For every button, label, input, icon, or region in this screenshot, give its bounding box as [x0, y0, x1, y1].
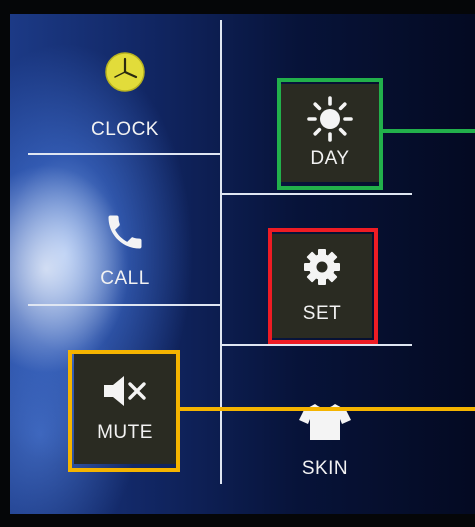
skin-button[interactable]: SKIN: [275, 386, 375, 496]
device-screen: CLOCK CALL MUTE DAY SET SKIN: [10, 14, 475, 514]
mute-label: MUTE: [97, 422, 153, 443]
divider-clock-call: [28, 153, 220, 155]
mute-button[interactable]: MUTE: [74, 354, 176, 464]
clock-label: CLOCK: [91, 119, 159, 140]
skin-label: SKIN: [301, 458, 349, 479]
set-label: SET: [302, 303, 342, 324]
divider-day-set: [222, 193, 412, 195]
call-label: CALL: [100, 268, 150, 289]
vertical-divider: [220, 20, 222, 484]
call-button[interactable]: CALL: [70, 200, 180, 300]
shirt-icon: [299, 404, 351, 440]
divider-set-skin: [222, 344, 412, 346]
gear-icon: [304, 249, 340, 285]
day-button[interactable]: DAY: [280, 84, 380, 182]
clock-icon: [105, 52, 145, 92]
phone-icon: [108, 215, 142, 249]
day-label: DAY: [310, 148, 350, 169]
divider-call-mute: [28, 304, 220, 306]
clock-button[interactable]: CLOCK: [70, 44, 180, 148]
set-button[interactable]: SET: [272, 234, 372, 338]
speaker-mute-icon: [104, 376, 146, 406]
sun-icon: [307, 96, 353, 142]
